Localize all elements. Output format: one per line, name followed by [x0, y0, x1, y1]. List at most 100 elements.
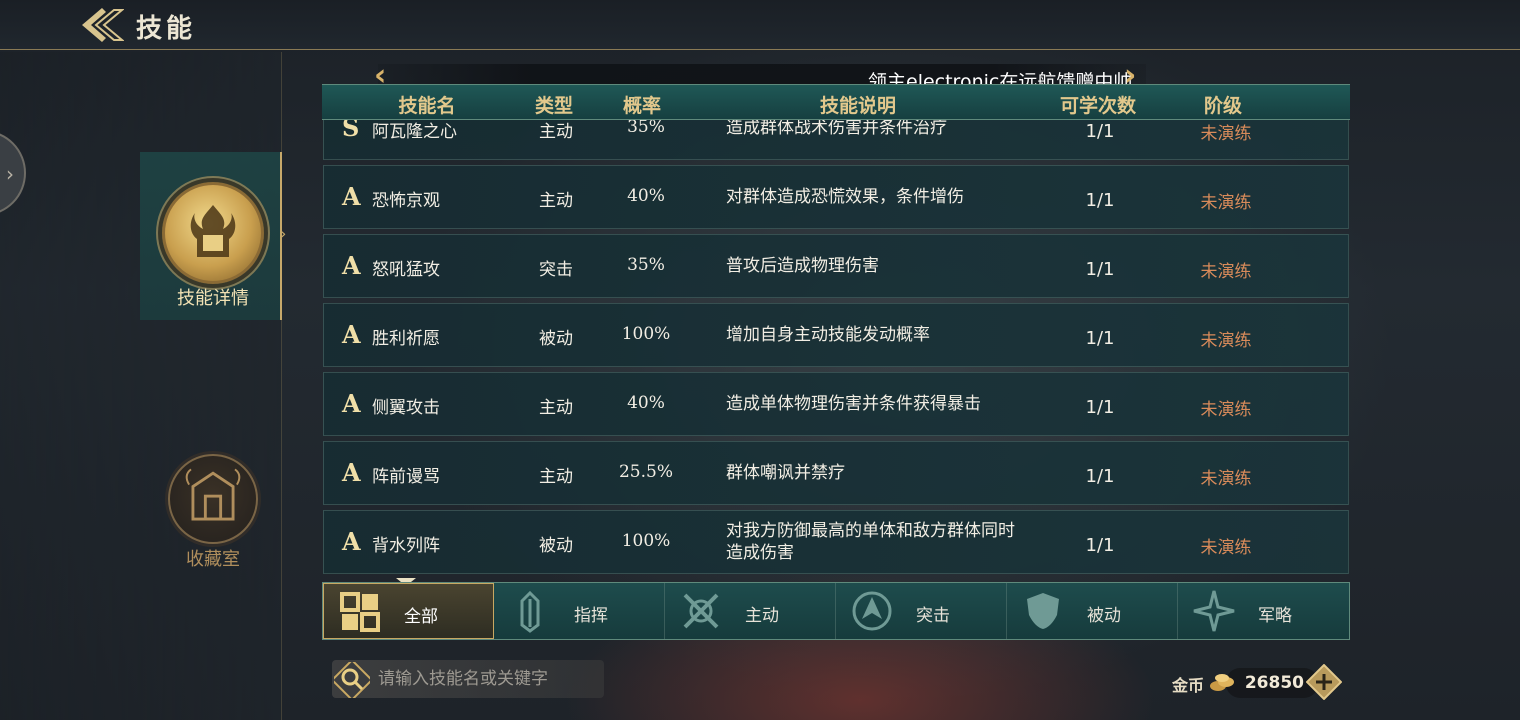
skill-rate: 100% [621, 324, 671, 344]
passive-icon [1027, 593, 1059, 629]
chevron-right-icon: › [6, 162, 14, 186]
table-row[interactable]: A 恐怖京观 主动 40% 对群体造成恐慌效果，条件增伤 1/1 未演练 [323, 165, 1349, 229]
skill-name: 侧翼攻击 [372, 398, 440, 418]
column-header-stage: 阶级 [1203, 95, 1242, 117]
skill-rate: 35% [627, 255, 665, 275]
skill-description: 普攻后造成物理伤害 [726, 256, 879, 276]
command-icon [520, 590, 540, 633]
table-row[interactable]: S 阿瓦隆之心 主动 35% 造成群体战术伤害并条件治疗 1/1 未演练 [323, 120, 1349, 160]
grade-badge: A [342, 458, 361, 487]
sidebar-item-label[interactable]: 技能详情 [143, 284, 283, 310]
skill-name: 怒吼猛攻 [372, 260, 440, 280]
table-row[interactable]: A 阵前谩骂 主动 25.5% 群体嘲讽并禁疗 1/1 未演练 [323, 441, 1349, 505]
grade-badge: S [342, 120, 360, 142]
column-header-name: 技能名 [398, 95, 456, 117]
skill-details-emblem-icon[interactable] [162, 182, 264, 284]
filter-tab-all[interactable]: 全部 [323, 583, 494, 639]
skill-rate: 100% [621, 531, 671, 551]
skill-rate: 40% [627, 393, 665, 413]
skill-stage: 未演练 [1200, 331, 1252, 351]
gold-coin-icon [1210, 674, 1234, 691]
filter-tab-command[interactable]: 指挥 [494, 583, 665, 639]
skill-rate: 25.5% [618, 462, 673, 482]
learn-count: 1/1 [1085, 328, 1115, 349]
search-input[interactable] [378, 666, 598, 692]
filter-tab-strategy[interactable]: 军略 [1178, 583, 1349, 639]
skill-name: 胜利祈愿 [372, 329, 440, 349]
filter-tab-assault[interactable]: 突击 [836, 583, 1007, 639]
table-row[interactable]: A 背水列阵 被动 100% 对我方防御最高的单体和敌方群体同时造成伤害 1/1… [323, 510, 1349, 574]
top-bar: 技能 [0, 0, 1520, 50]
filter-tab-passive[interactable]: 被动 [1007, 583, 1178, 639]
currency-label: 金币 [1172, 676, 1205, 695]
skill-type: 主动 [539, 398, 573, 418]
skill-type: 主动 [539, 467, 573, 487]
grade-badge: A [342, 389, 361, 418]
skill-name: 阿瓦隆之心 [372, 122, 457, 142]
skill-description: 造成单体物理伤害并条件获得暴击 [726, 394, 981, 414]
skill-name: 恐怖京观 [372, 191, 440, 211]
skill-name: 阵前谩骂 [372, 467, 440, 487]
filter-tab-label: 全部 [404, 607, 438, 627]
filter-tab-active[interactable]: 主动 [665, 583, 836, 639]
skill-table-body[interactable]: S 阿瓦隆之心 主动 35% 造成群体战术伤害并条件治疗 1/1 未演练 A 恐… [322, 120, 1350, 574]
skill-description: 对我方防御最高的单体和敌方群体同时造成伤害 [726, 521, 1015, 563]
skill-stage: 未演练 [1200, 193, 1252, 213]
learn-count: 1/1 [1085, 466, 1115, 487]
learn-count: 1/1 [1085, 259, 1115, 280]
active-indicator-icon: › [280, 224, 287, 243]
filter-tab-label: 军略 [1258, 606, 1292, 626]
table-row[interactable]: A 胜利祈愿 被动 100% 增加自身主动技能发动概率 1/1 未演练 [323, 303, 1349, 367]
skill-stage: 未演练 [1200, 538, 1252, 558]
page-title: 技能 [136, 14, 197, 44]
skill-stage: 未演练 [1200, 124, 1252, 144]
collection-emblem-icon[interactable] [168, 454, 258, 544]
skill-rate: 35% [627, 120, 665, 137]
currency-value: 26850 [1244, 673, 1304, 693]
grade-badge: A [342, 182, 361, 211]
skill-type: 被动 [539, 536, 573, 556]
table-row[interactable]: A 怒吼猛攻 突击 35% 普攻后造成物理伤害 1/1 未演练 [323, 234, 1349, 298]
filter-tab-label: 被动 [1087, 606, 1121, 626]
skill-search-box[interactable] [332, 660, 604, 698]
skill-rate: 40% [627, 186, 665, 206]
skill-description: 群体嘲讽并禁疗 [726, 463, 845, 483]
column-header-description: 技能说明 [819, 95, 896, 117]
strategy-icon [1193, 590, 1235, 632]
skill-table-header: 技能名 类型 概率 技能说明 可学次数 阶级 [322, 84, 1350, 120]
table-row[interactable]: A 侧翼攻击 主动 40% 造成单体物理伤害并条件获得暴击 1/1 未演练 [323, 372, 1349, 436]
filter-tab-label: 主动 [745, 606, 779, 626]
search-icon [334, 662, 370, 698]
column-header-rate: 概率 [622, 95, 661, 117]
currency-value-box: 26850 [1226, 668, 1318, 698]
filter-tab-label: 指挥 [574, 606, 608, 626]
skill-stage: 未演练 [1200, 469, 1252, 489]
learn-count: 1/1 [1085, 121, 1115, 142]
sidebar-item-label[interactable]: 收藏室 [143, 545, 283, 571]
skill-description: 增加自身主动技能发动概率 [726, 325, 930, 345]
skill-stage: 未演练 [1200, 262, 1252, 282]
skill-type-filter-bar: 全部 指挥 主动 突击 被动 军略 [322, 582, 1350, 640]
skill-stage: 未演练 [1200, 400, 1252, 420]
skill-type: 突击 [539, 260, 573, 280]
skill-type: 主动 [539, 191, 573, 211]
learn-count: 1/1 [1085, 397, 1115, 418]
skill-description: 对群体造成恐慌效果，条件增伤 [726, 187, 964, 207]
skill-description: 造成群体战术伤害并条件治疗 [726, 120, 947, 138]
grid-icon [340, 592, 380, 632]
learn-count: 1/1 [1085, 190, 1115, 211]
skill-type: 主动 [539, 122, 573, 142]
assault-icon [852, 591, 892, 631]
skill-type: 被动 [539, 329, 573, 349]
back-arrow-icon[interactable] [78, 6, 124, 44]
column-header-type: 类型 [534, 95, 573, 117]
grade-badge: A [342, 527, 361, 556]
filter-tab-label: 突击 [916, 606, 950, 626]
column-header-learn-count: 可学次数 [1059, 95, 1136, 117]
grade-badge: A [342, 251, 361, 280]
skill-name: 背水列阵 [372, 536, 440, 556]
learn-count: 1/1 [1085, 535, 1115, 556]
add-currency-icon[interactable] [1306, 664, 1342, 700]
active-icon [683, 593, 719, 629]
grade-badge: A [342, 320, 361, 349]
